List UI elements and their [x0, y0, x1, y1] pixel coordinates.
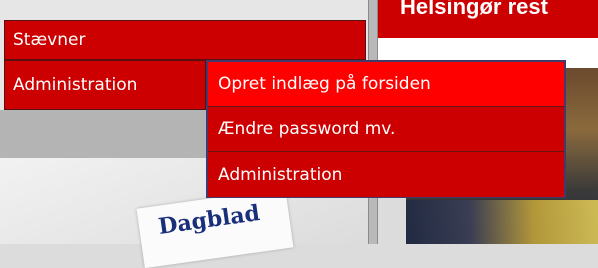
submenu-item-opret-indlaeg[interactable]: Opret indlæg på forsiden — [208, 62, 564, 107]
submenu-item-administration[interactable]: Administration — [208, 152, 564, 197]
submenu-item-label: Administration — [218, 164, 343, 185]
menu-item-staevner[interactable]: Stævner — [4, 20, 366, 60]
header-title: Helsingør rest — [400, 0, 548, 19]
menu-item-label: Administration — [13, 74, 138, 95]
right-photo-floor — [406, 200, 598, 244]
menu-item-administration[interactable]: Administration — [4, 60, 206, 110]
menu-item-label: Stævner — [13, 29, 86, 50]
submenu-item-label: Ændre password mv. — [218, 119, 396, 139]
submenu-item-aendre-password[interactable]: Ændre password mv. — [208, 107, 564, 152]
administration-submenu: Opret indlæg på forsiden Ændre password … — [206, 60, 566, 198]
header-bar: Helsingør rest — [378, 0, 598, 39]
submenu-item-label: Opret indlæg på forsiden — [218, 74, 431, 94]
